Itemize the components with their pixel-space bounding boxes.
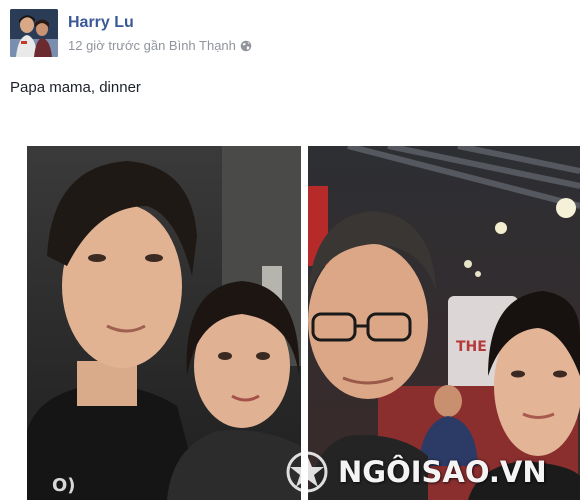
post-status-text: Papa mama, dinner bbox=[10, 79, 141, 96]
svg-text:O): O) bbox=[52, 475, 76, 496]
watermark: NGÔISAO.VN bbox=[284, 444, 580, 500]
watermark-text: NGÔISAO.VN bbox=[338, 455, 547, 489]
avatar-image bbox=[10, 9, 58, 57]
post-timestamp-location[interactable]: 12 giờ trước gần Bình Thạnh bbox=[68, 38, 236, 53]
ngoisao-logo-icon bbox=[286, 451, 328, 493]
photo-left-image: O) bbox=[27, 146, 301, 500]
post-meta: 12 giờ trước gần Bình Thạnh bbox=[68, 38, 252, 53]
post-photo-left[interactable]: O) bbox=[27, 146, 301, 500]
author-avatar[interactable] bbox=[10, 9, 58, 57]
facebook-post: Harry Lu 12 giờ trước gần Bình Thạnh Pap… bbox=[0, 0, 580, 503]
globe-icon[interactable] bbox=[240, 40, 252, 52]
author-name-link[interactable]: Harry Lu bbox=[68, 14, 134, 32]
